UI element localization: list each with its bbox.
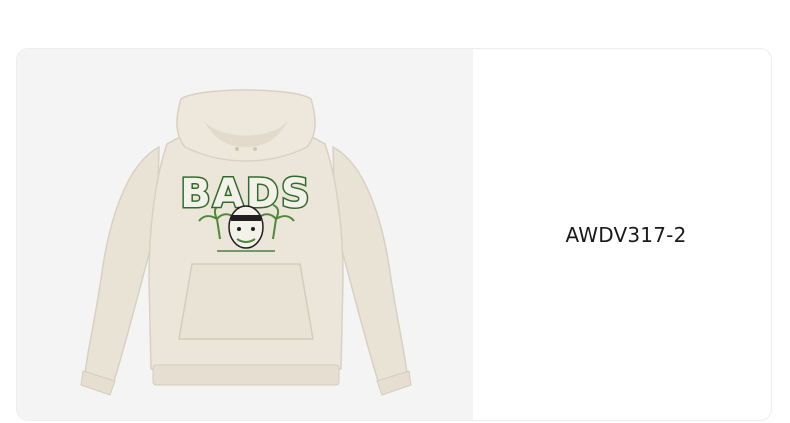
right-sleeve (332, 145, 408, 385)
product-card[interactable]: BADS AWDV317-2 (16, 48, 772, 421)
mascot-face (228, 205, 264, 249)
left-sleeve (84, 145, 160, 385)
grommet-left (235, 147, 239, 151)
grommet-right (253, 147, 257, 151)
product-image[interactable]: BADS (17, 49, 473, 420)
hem-band (152, 364, 340, 386)
kangaroo-pocket (178, 263, 314, 340)
product-info: AWDV317-2 (473, 49, 771, 420)
product-sku: AWDV317-2 (565, 222, 687, 247)
hoodie-illustration: BADS (80, 89, 412, 396)
hood (176, 89, 316, 162)
